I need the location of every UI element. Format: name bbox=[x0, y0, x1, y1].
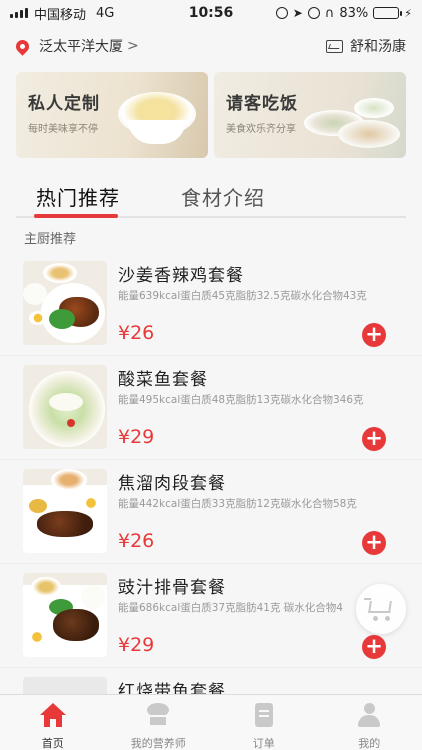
screen-lock-icon bbox=[275, 7, 288, 19]
food-price: ¥26 bbox=[118, 530, 155, 552]
dish-plate-image bbox=[354, 98, 394, 118]
order-list-icon bbox=[254, 703, 273, 727]
location-bar: 泛太平洋大厦 > 舒和汤康 bbox=[0, 28, 422, 64]
food-price: ¥29 bbox=[118, 426, 155, 448]
food-item[interactable]: 焦溜肉段套餐 能量442kcal蛋白质33克脂肪12克碳水化合物58克 ¥26 … bbox=[0, 460, 422, 564]
user-icon bbox=[357, 703, 381, 727]
cart-wheel bbox=[373, 616, 378, 621]
shop-selector[interactable]: 舒和汤康 bbox=[326, 36, 406, 56]
food-nutrition: 能量495kcal蛋白质48克脂肪13克碳水化合物346克 bbox=[118, 394, 364, 406]
food-price: ¥29 bbox=[118, 634, 155, 656]
battery-icon bbox=[373, 7, 403, 19]
tabbar-orders[interactable]: 订单 bbox=[211, 695, 317, 750]
food-image bbox=[23, 573, 107, 657]
store-icon bbox=[326, 39, 343, 53]
banner-treat-guests[interactable]: 请客吃饭 美食欢乐齐分享 bbox=[214, 72, 406, 158]
food-name: 沙姜香辣鸡套餐 bbox=[118, 266, 244, 286]
carrier-name: 中国移动 bbox=[34, 7, 87, 23]
tabbar-label: 订单 bbox=[252, 737, 275, 750]
banner-private-custom[interactable]: 私人定制 每时美味享不停 bbox=[16, 72, 208, 158]
alarm-icon bbox=[307, 7, 320, 19]
tab-hot-recommend[interactable]: 热门推荐 bbox=[16, 182, 178, 218]
tabbar-home[interactable]: 首页 bbox=[0, 695, 106, 750]
address-selector[interactable]: 泛太平洋大厦 bbox=[39, 36, 123, 56]
cart-icon-body bbox=[368, 601, 392, 613]
soup-bowl-base bbox=[128, 120, 186, 144]
section-title: 主厨推荐 bbox=[24, 232, 77, 247]
shop-name: 舒和汤康 bbox=[350, 39, 406, 55]
status-bar: 中国移动 4G 10:56 ➤ ∩ 83% ⚡ bbox=[0, 0, 422, 26]
tabbar-nutritionist[interactable]: 我的营养师 bbox=[106, 695, 212, 750]
status-right: ➤ ∩ 83% ⚡ bbox=[275, 5, 412, 21]
food-item[interactable]: 酸菜鱼套餐 能量495kcal蛋白质48克脂肪13克碳水化合物346克 ¥29 … bbox=[0, 356, 422, 460]
bottom-tab-bar: 首页 我的营养师 订单 我的 bbox=[0, 694, 422, 750]
tabbar-label: 我的营养师 bbox=[130, 737, 186, 750]
add-to-cart-button[interactable]: + bbox=[362, 427, 386, 451]
food-image bbox=[23, 469, 107, 553]
tabbar-profile[interactable]: 我的 bbox=[317, 695, 422, 750]
cart-wheel bbox=[385, 616, 390, 621]
charging-icon: ⚡ bbox=[404, 6, 412, 20]
chevron-right-icon[interactable]: > bbox=[127, 38, 139, 54]
food-nutrition: 能量442kcal蛋白质33克脂肪12克碳水化合物58克 bbox=[118, 498, 357, 510]
tabbar-label: 我的 bbox=[358, 737, 381, 750]
floating-cart-button[interactable] bbox=[356, 584, 406, 634]
food-price: ¥26 bbox=[118, 322, 155, 344]
food-name: 焦溜肉段套餐 bbox=[118, 474, 226, 494]
food-name: 豉汁排骨套餐 bbox=[118, 578, 226, 598]
home-icon bbox=[39, 703, 66, 727]
headphones-icon: ∩ bbox=[324, 5, 335, 21]
network-type: 4G bbox=[96, 5, 115, 21]
chef-hat-icon bbox=[146, 703, 170, 727]
cart-icon bbox=[364, 598, 371, 600]
tabbar-label: 首页 bbox=[41, 737, 64, 750]
add-to-cart-button[interactable]: + bbox=[362, 531, 386, 555]
food-name: 酸菜鱼套餐 bbox=[118, 370, 208, 390]
food-nutrition: 能量639kcal蛋白质45克脂肪32.5克碳水化合物43克 bbox=[118, 290, 367, 302]
location-pin-icon bbox=[13, 36, 32, 56]
tab-ingredients[interactable]: 食材介绍 bbox=[181, 182, 265, 216]
food-image bbox=[23, 261, 107, 345]
add-to-cart-button[interactable]: + bbox=[362, 323, 386, 347]
content-tabs: 热门推荐 食材介绍 bbox=[16, 182, 406, 218]
food-image bbox=[23, 365, 107, 449]
food-item[interactable]: 沙姜香辣鸡套餐 能量639kcal蛋白质45克脂肪32.5克碳水化合物43克 ¥… bbox=[0, 252, 422, 356]
signal-icon bbox=[10, 8, 28, 18]
food-nutrition: 能量686kcal蛋白质37克脂肪41克 碳水化合物4 bbox=[118, 602, 343, 614]
battery-percent: 83% bbox=[339, 5, 369, 21]
dish-plate-image bbox=[338, 120, 400, 148]
add-to-cart-button[interactable]: + bbox=[362, 635, 386, 659]
location-arrow-icon: ➤ bbox=[292, 6, 303, 20]
